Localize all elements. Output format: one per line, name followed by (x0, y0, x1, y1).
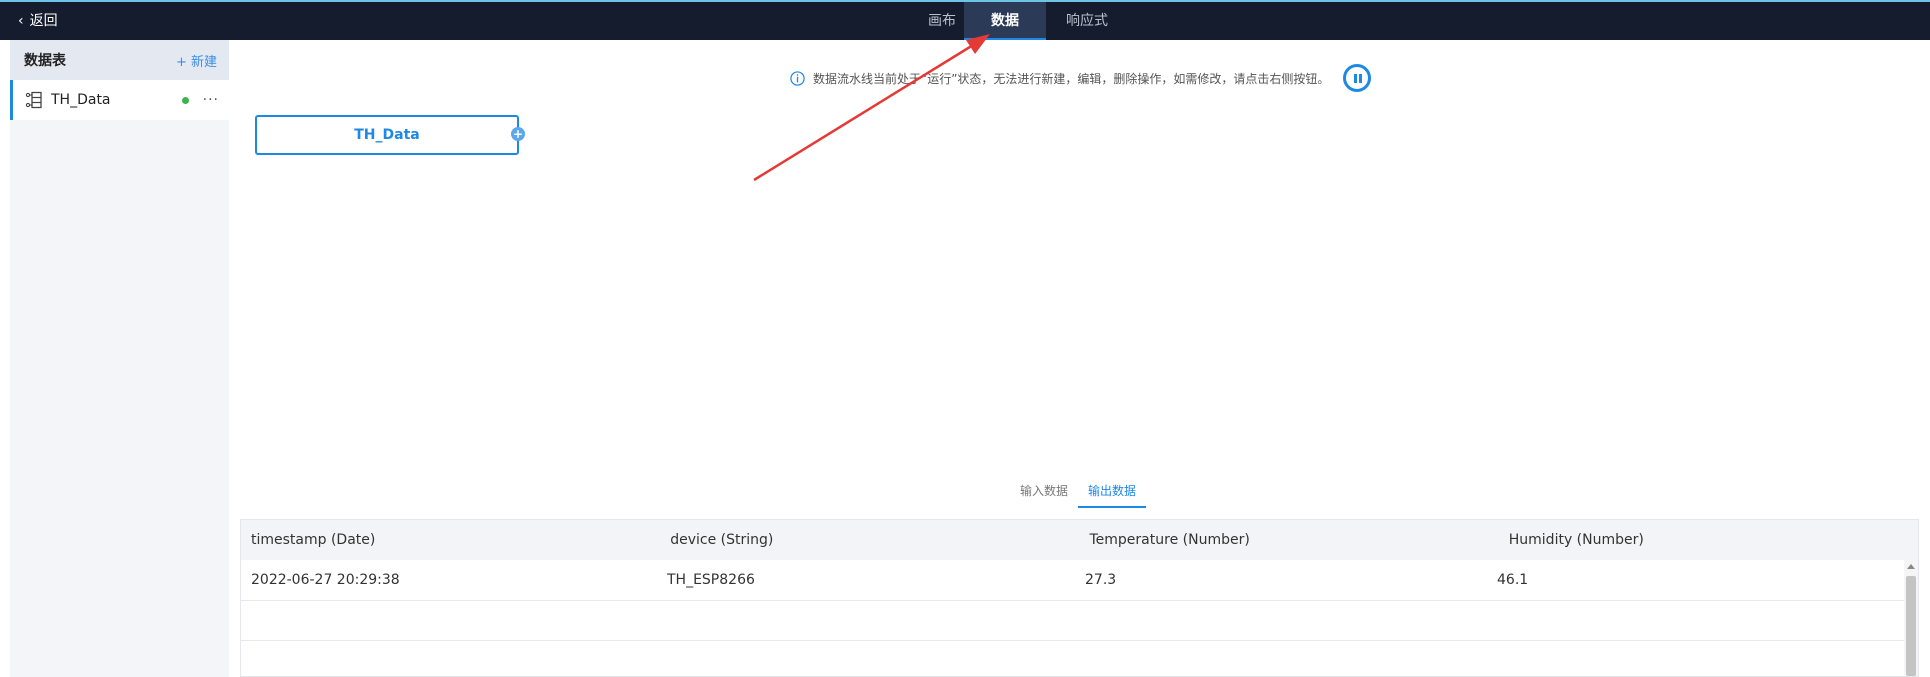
sidebar-header: 数据表 + 新建 (10, 40, 229, 80)
table-row[interactable]: 2022-06-27 20:29:38 TH_ESP8266 27.3 46.1 (241, 560, 1918, 601)
data-view-tabs: 输入数据 输出数据 (1010, 480, 1147, 508)
more-options-icon[interactable]: ··· (203, 92, 219, 108)
tab-input-data[interactable]: 输入数据 (1010, 480, 1078, 508)
table-cell: 27.3 (1085, 572, 1117, 588)
running-status-dot (181, 96, 189, 104)
data-table-icon (25, 91, 42, 109)
sidebar-title: 数据表 (24, 53, 66, 69)
table-cell: 46.1 (1497, 572, 1529, 588)
scrollbar-thumb[interactable] (1906, 576, 1916, 676)
pipeline-status-notice: 数据流水线当前处于“运行”状态，无法进行新建，编辑，删除操作，如需修改，请点击右… (790, 67, 1329, 89)
pause-pipeline-button[interactable] (1343, 64, 1371, 92)
info-icon (790, 70, 805, 86)
view-tabs: 画布 数据 响应式 (0, 2, 1930, 40)
sidebar: 数据表 + 新建 TH_Data ··· (10, 40, 229, 677)
empty-table-row (241, 641, 1918, 676)
new-table-button[interactable]: + 新建 (176, 51, 217, 70)
tab-responsive[interactable]: 响应式 (1046, 2, 1128, 40)
pipeline-node-th-data[interactable]: TH_Data (255, 115, 519, 155)
column-header: Humidity (Number) (1508, 532, 1644, 548)
column-header: device (String) (670, 532, 774, 548)
table-header: timestamp (Date) device (String) Tempera… (241, 520, 1918, 560)
notice-text: 数据流水线当前处于“运行”状态，无法进行新建，编辑，删除操作，如需修改，请点击右… (813, 71, 1330, 86)
top-bar: ‹ 返回 画布 数据 响应式 (0, 0, 1930, 40)
table-cell: 2022-06-27 20:29:38 (251, 572, 400, 588)
column-header: timestamp (Date) (251, 532, 376, 548)
column-header: Temperature (Number) (1089, 532, 1250, 548)
empty-table-row (241, 601, 1918, 641)
sidebar-item-th-data[interactable]: TH_Data ··· (10, 80, 229, 120)
sidebar-item-label: TH_Data (51, 92, 111, 108)
tab-output-data[interactable]: 输出数据 (1078, 480, 1147, 508)
tab-data[interactable]: 数据 (964, 2, 1046, 40)
scroll-up-icon[interactable] (1907, 564, 1915, 569)
table-cell: TH_ESP8266 (667, 572, 755, 588)
add-node-icon[interactable]: + (511, 127, 525, 141)
table-scrollbar[interactable] (1904, 560, 1918, 676)
output-data-table: timestamp (Date) device (String) Tempera… (240, 519, 1919, 677)
